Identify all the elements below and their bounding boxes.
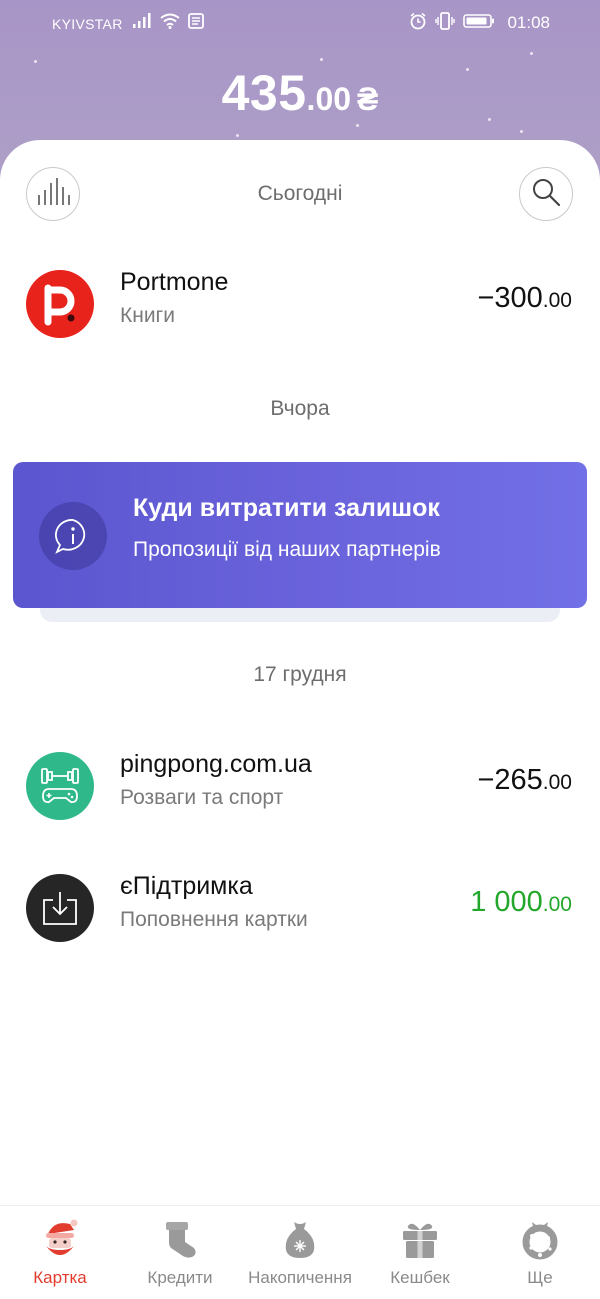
status-icons-left <box>132 12 204 34</box>
date-header-dec17: 17 грудня <box>253 663 347 686</box>
transaction-row-pingpong[interactable]: pingpong.com.ua Розваги та спорт −265.00 <box>0 740 600 830</box>
clock: 01:08 <box>507 13 550 32</box>
search-icon <box>531 177 561 212</box>
transaction-category: Книги <box>120 304 175 327</box>
nav-item-more[interactable]: Ще <box>480 1206 600 1299</box>
nav-item-card[interactable]: Картка <box>0 1206 120 1299</box>
nav-label: Ще <box>527 1268 553 1287</box>
transaction-amount: 1 000.00 <box>470 886 572 919</box>
amount-integer: −265 <box>477 764 543 796</box>
alarm-icon <box>409 12 427 34</box>
snow-dot <box>356 124 359 127</box>
promo-title: Куди витратити залишок <box>133 494 440 522</box>
promo-card[interactable]: Куди витратити залишок Пропозиції від на… <box>13 462 587 608</box>
balance[interactable]: 435.00 ₴ <box>0 64 600 122</box>
bottom-nav: Картка Кредити Накопичення Кешбек Ще <box>0 1205 600 1299</box>
signal-icon <box>132 13 152 33</box>
transaction-amount: −265.00 <box>477 764 572 797</box>
date-header-yesterday: Вчора <box>270 397 330 420</box>
transaction-category: Поповнення картки <box>120 908 308 931</box>
battery-icon <box>463 13 495 33</box>
merchant-name: єПідтримка <box>120 872 253 900</box>
amount-integer: −300 <box>477 282 543 314</box>
nav-item-cashback[interactable]: Кешбек <box>360 1206 480 1299</box>
promo-subtitle: Пропозиції від наших партнерів <box>133 538 441 561</box>
portmone-logo-icon <box>26 270 94 338</box>
news-icon <box>188 13 204 33</box>
carrier-name: KYIVSTAR <box>52 16 123 32</box>
sport-game-icon <box>26 752 94 820</box>
snow-dot <box>34 60 37 63</box>
info-chat-icon <box>39 502 107 570</box>
status-bar: KYIVSTAR 01:08 <box>0 0 600 48</box>
merchant-name: Portmone <box>120 268 229 296</box>
nav-item-savings[interactable]: Накопичення <box>240 1206 360 1299</box>
transaction-category: Розваги та спорт <box>120 786 284 809</box>
transaction-row-portmone[interactable]: Portmone Книги −300.00 <box>0 258 600 348</box>
stocking-icon <box>160 1218 200 1260</box>
transaction-row-epidtrymka[interactable]: єПідтримка Поповнення картки 1 000.00 <box>0 862 600 952</box>
transaction-amount: −300.00 <box>477 282 572 315</box>
nav-label: Кредити <box>147 1268 213 1287</box>
nav-item-credits[interactable]: Кредити <box>120 1206 240 1299</box>
currency-symbol: ₴ <box>357 81 379 117</box>
nav-label: Картка <box>33 1268 87 1287</box>
balance-integer: 435 <box>221 65 307 121</box>
date-header-today: Сьогодні <box>257 182 343 205</box>
vibrate-icon <box>435 12 456 34</box>
wreath-icon <box>520 1218 560 1260</box>
gift-icon <box>400 1218 440 1260</box>
amount-fraction: .00 <box>542 289 572 312</box>
nav-label: Кешбек <box>390 1268 450 1287</box>
search-button[interactable] <box>519 167 573 221</box>
snow-dot <box>236 134 239 137</box>
wifi-icon <box>160 13 180 33</box>
santa-card-icon <box>40 1218 80 1260</box>
amount-integer: 1 000 <box>470 886 543 918</box>
download-tray-icon <box>26 874 94 942</box>
snow-dot <box>530 52 533 55</box>
balance-fraction: .00 <box>306 81 352 117</box>
nav-label: Накопичення <box>248 1268 352 1287</box>
money-bag-icon <box>280 1218 320 1260</box>
snow-dot <box>320 58 323 61</box>
status-icons-right: 01:08 <box>409 12 550 34</box>
merchant-name: pingpong.com.ua <box>120 750 312 778</box>
snow-dot <box>520 130 523 133</box>
amount-fraction: .00 <box>542 893 572 916</box>
amount-fraction: .00 <box>542 771 572 794</box>
